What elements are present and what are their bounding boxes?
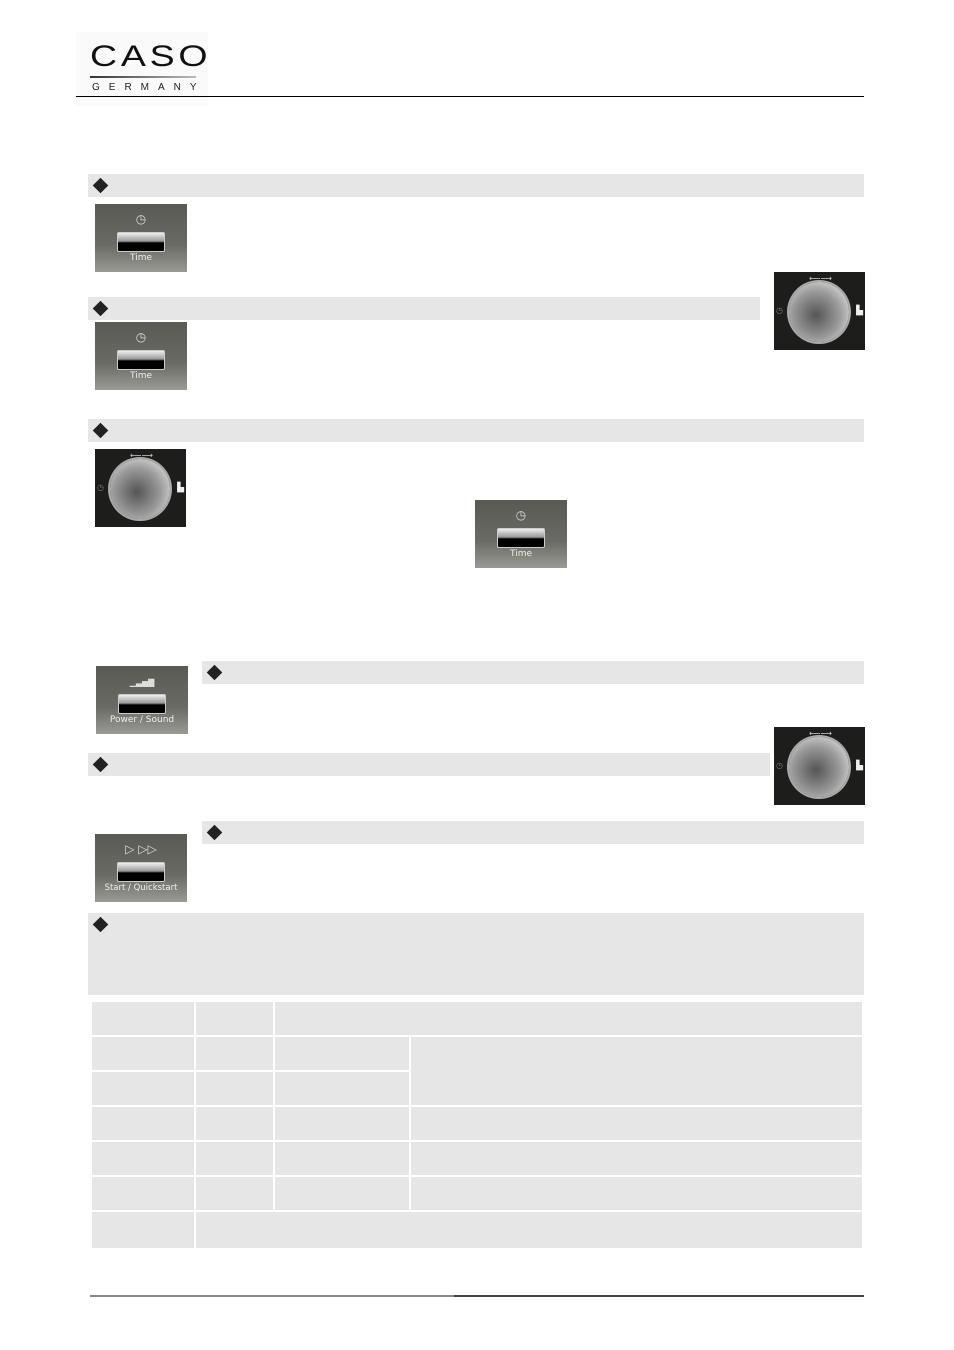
knob-dial xyxy=(789,737,849,797)
knob-dial xyxy=(789,282,849,342)
bullet-diamond-icon xyxy=(92,916,109,933)
section-heading-bar xyxy=(88,419,864,442)
table-row xyxy=(90,1140,864,1177)
table-row xyxy=(90,1035,864,1107)
time-button-image: ◷ Time xyxy=(95,322,187,390)
button-slot xyxy=(117,862,165,882)
bullet-diamond-icon xyxy=(92,756,109,773)
start-quickstart-button-image: ▷ ▷▷ Start / Quickstart xyxy=(95,834,187,902)
button-slot xyxy=(117,350,165,370)
table-row xyxy=(90,1175,864,1212)
footer-rule xyxy=(90,1295,864,1297)
button-slot xyxy=(117,232,165,252)
logo-divider xyxy=(90,76,196,78)
settings-table xyxy=(90,1000,864,1250)
weight-icon: ▙ xyxy=(856,306,863,316)
section-heading-bar xyxy=(88,297,760,320)
section-heading-bar xyxy=(88,174,864,197)
power-level-icon: ▁▃▅▇ xyxy=(129,678,155,687)
clock-icon: ◷ xyxy=(515,508,527,522)
time-button-image: ◷ Time xyxy=(95,204,187,272)
time-label: Time xyxy=(129,253,153,263)
bullet-diamond-icon xyxy=(92,300,109,317)
button-slot xyxy=(497,528,545,548)
control-knob-image: ⟵⟶ ◷ ▙ xyxy=(774,272,865,350)
section-heading-bar xyxy=(202,661,864,684)
table-row xyxy=(90,1210,864,1250)
section-heading-bar xyxy=(202,821,864,844)
table-row xyxy=(90,1105,864,1142)
start-icon: ▷ ▷▷ xyxy=(125,842,157,856)
time-label: Time xyxy=(129,371,153,381)
time-label: Time xyxy=(509,549,533,559)
header-rule xyxy=(76,96,864,97)
bullet-diamond-icon xyxy=(206,824,223,841)
bullet-diamond-icon xyxy=(92,177,109,194)
control-knob-image: ⟵⟶ ◷ ▙ xyxy=(774,727,865,805)
logo-wordmark: CASO xyxy=(90,40,212,73)
button-slot xyxy=(118,694,166,714)
clock-icon: ◷ xyxy=(97,483,104,492)
clock-icon: ◷ xyxy=(776,306,783,315)
bullet-diamond-icon xyxy=(206,664,223,681)
start-quickstart-label: Start / Quickstart xyxy=(104,883,178,893)
power-sound-button-image: ▁▃▅▇ Power / Sound xyxy=(96,666,188,734)
logo-subtitle: GERMANY xyxy=(92,82,206,93)
note-box xyxy=(88,913,864,995)
time-button-image: ◷ Time xyxy=(475,500,567,568)
power-sound-label: Power / Sound xyxy=(109,715,175,725)
clock-icon: ◷ xyxy=(776,761,783,770)
control-knob-image: ⟵⟶ ◷ ▙ xyxy=(95,449,186,527)
clock-icon: ◷ xyxy=(135,330,147,344)
section-heading-bar xyxy=(88,753,770,776)
weight-icon: ▙ xyxy=(177,483,184,493)
knob-dial xyxy=(110,459,170,519)
weight-icon: ▙ xyxy=(856,761,863,771)
clock-icon: ◷ xyxy=(135,212,147,226)
bullet-diamond-icon xyxy=(92,422,109,439)
brand-logo: CASO GERMANY xyxy=(76,32,208,106)
table-row xyxy=(90,1000,864,1037)
